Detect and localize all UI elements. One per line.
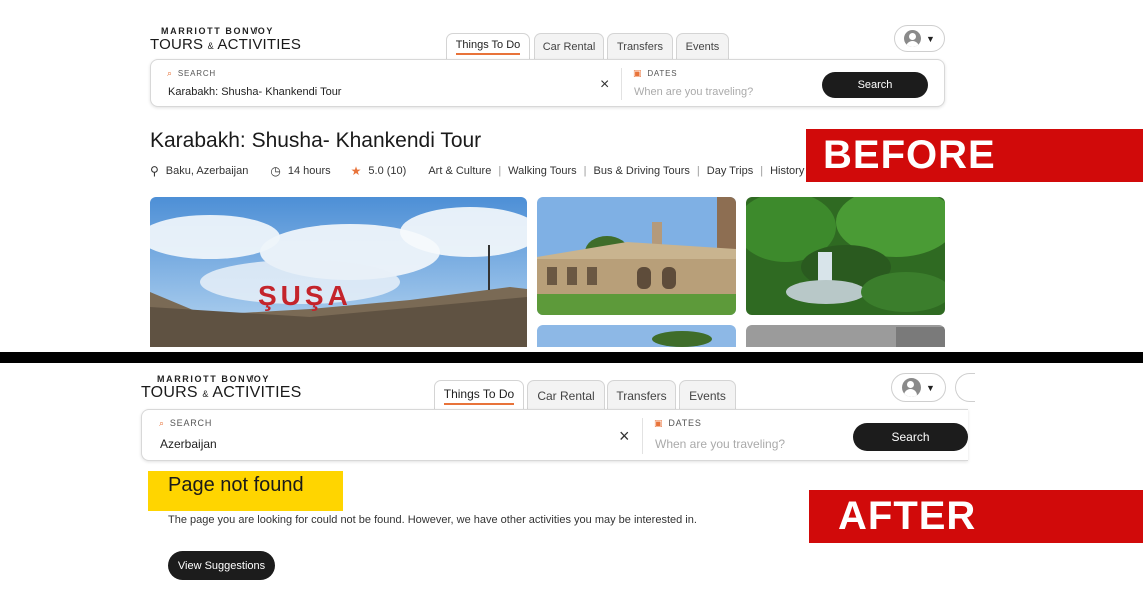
tab-things-to-do[interactable]: Things To Do bbox=[446, 33, 530, 59]
search-bar: ⌕ SEARCH Karabakh: Shusha- Khankendi Tour… bbox=[150, 59, 945, 107]
logo-product-text: TOURS & ACTIVITIES bbox=[150, 36, 302, 53]
search-divider bbox=[621, 68, 622, 100]
tour-duration: 14 hours bbox=[287, 165, 331, 177]
category-link[interactable]: Walking Tours bbox=[508, 165, 576, 177]
page-not-found-heading: Page not found bbox=[148, 471, 343, 511]
category-link[interactable]: Art & Culture bbox=[428, 165, 491, 177]
brand-logo[interactable]: MARRIOTT BONV̸OY TOURS & ACTIVITIES bbox=[141, 374, 302, 402]
search-label: ⌕ SEARCH bbox=[167, 68, 216, 78]
tab-events[interactable]: Events bbox=[676, 33, 729, 59]
tab-car-rental[interactable]: Car Rental bbox=[534, 33, 604, 59]
avatar-icon bbox=[904, 30, 922, 47]
tab-events[interactable]: Events bbox=[679, 380, 736, 410]
star-icon: ★ bbox=[350, 164, 362, 178]
dates-label: ▣ DATES bbox=[633, 68, 678, 78]
photo-historic-building[interactable] bbox=[537, 197, 736, 315]
location-pin-icon: ⚲ bbox=[150, 164, 159, 178]
account-menu-button[interactable]: ▼ bbox=[894, 25, 945, 52]
search-button[interactable]: Search bbox=[822, 72, 928, 98]
search-input[interactable]: Azerbaijan bbox=[160, 437, 217, 451]
currency-menu-button[interactable] bbox=[955, 373, 975, 402]
logo-product-text: TOURS & ACTIVITIES bbox=[141, 384, 302, 401]
brand-logo[interactable]: MARRIOTT BONV̸OY TOURS & ACTIVITIES bbox=[150, 26, 302, 53]
search-button[interactable]: Search bbox=[853, 423, 968, 451]
view-suggestions-button[interactable]: View Suggestions bbox=[168, 551, 275, 580]
tab-things-to-do[interactable]: Things To Do bbox=[434, 380, 524, 410]
tour-rating[interactable]: 5.0 (10) bbox=[368, 165, 406, 177]
tab-transfers[interactable]: Transfers bbox=[607, 33, 673, 59]
clear-search-icon[interactable]: × bbox=[600, 77, 609, 93]
search-divider bbox=[642, 418, 643, 454]
clear-search-icon[interactable]: × bbox=[619, 427, 630, 445]
category-link[interactable]: Bus & Driving Tours bbox=[594, 165, 690, 177]
search-input[interactable]: Karabakh: Shusha- Khankendi Tour bbox=[168, 86, 341, 98]
logo-brand-text: MARRIOTT BONV̸OY bbox=[157, 374, 270, 384]
category-link[interactable]: History bbox=[770, 165, 804, 177]
tab-car-rental[interactable]: Car Rental bbox=[527, 380, 605, 410]
clock-icon: ◷ bbox=[270, 164, 281, 178]
account-menu-button[interactable]: ▼ bbox=[891, 373, 946, 402]
avatar-icon bbox=[902, 378, 922, 397]
dates-input[interactable]: When are you traveling? bbox=[634, 86, 753, 98]
photo-thumb-stone[interactable] bbox=[746, 325, 945, 347]
shusha-sign-text: ŞUŞA bbox=[258, 280, 352, 311]
search-bar: ⌕ SEARCH Azerbaijan × ▣ DATES When are you… bbox=[141, 409, 968, 461]
tab-transfers[interactable]: Transfers bbox=[607, 380, 676, 410]
chevron-down-icon: ▼ bbox=[926, 33, 935, 44]
calendar-icon: ▣ bbox=[633, 68, 643, 78]
search-label: ⌕ SEARCH bbox=[159, 418, 213, 428]
tour-meta-line: ⚲ Baku, Azerbaijan ◷ 14 hours ★ 5.0 (10)… bbox=[150, 164, 805, 178]
photo-thumb-sky[interactable] bbox=[537, 325, 736, 347]
dates-input[interactable]: When are you traveling? bbox=[655, 437, 785, 451]
comparison-divider bbox=[0, 352, 1143, 363]
tour-location: Baku, Azerbaijan bbox=[165, 165, 249, 177]
main-photo-shusha-sign[interactable]: ŞUŞA bbox=[150, 197, 527, 347]
chevron-down-icon: ▼ bbox=[926, 382, 935, 393]
page-title: Karabakh: Shusha- Khankendi Tour bbox=[150, 129, 482, 152]
before-label: BEFORE bbox=[806, 129, 1143, 182]
dates-label: ▣ DATES bbox=[654, 418, 702, 428]
photo-forest-waterfall[interactable] bbox=[746, 197, 945, 315]
search-icon: ⌕ bbox=[159, 418, 165, 428]
logo-brand-text: MARRIOTT BONV̸OY bbox=[161, 26, 274, 36]
calendar-icon: ▣ bbox=[654, 418, 664, 428]
search-icon: ⌕ bbox=[167, 68, 173, 78]
category-link[interactable]: Day Trips bbox=[707, 165, 753, 177]
after-label: AFTER bbox=[809, 490, 1143, 543]
page-not-found-message: The page you are looking for could not b… bbox=[168, 514, 697, 526]
